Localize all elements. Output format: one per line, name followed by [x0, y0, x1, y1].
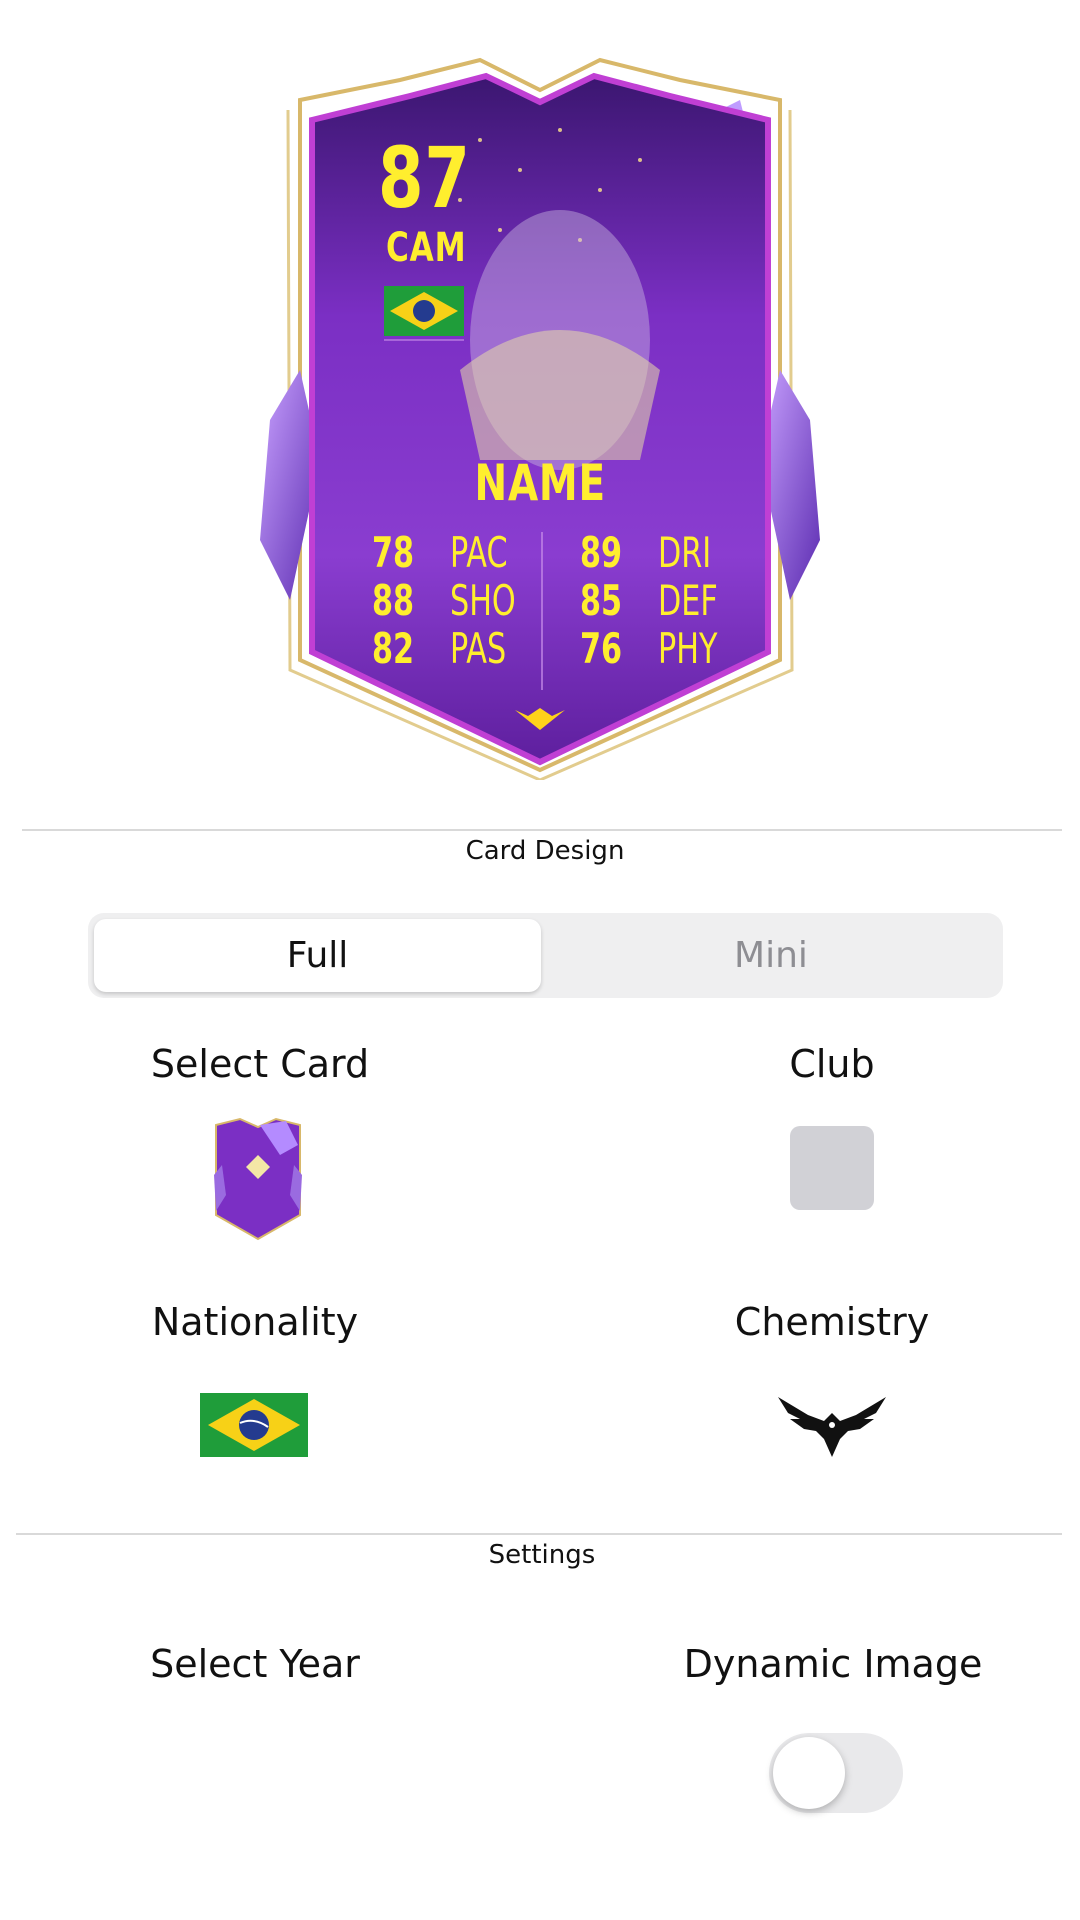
card-stat-label: DEF: [658, 576, 718, 625]
card-stat-label: DRI: [658, 528, 712, 577]
divider: [22, 829, 1062, 831]
club-label: Club: [789, 1042, 875, 1086]
card-stat-label: SHO: [450, 576, 516, 625]
card-stat-value: 82: [372, 624, 415, 673]
card-design-segmented-control: Full Mini: [88, 913, 1003, 998]
card-stat-value: 78: [372, 528, 415, 577]
brazil-flag-icon: [384, 286, 464, 336]
tab-mini[interactable]: Mini: [545, 919, 997, 992]
club-placeholder[interactable]: [790, 1126, 874, 1210]
card-player-name: NAME: [474, 454, 606, 512]
section-title-card-design: Card Design: [465, 836, 625, 866]
toggle-knob: [773, 1737, 845, 1809]
player-card-preview[interactable]: 87 CAM NAME 78 PAC 88 SHO 82 PAS 89 DRI …: [260, 40, 820, 780]
chemistry-label: Chemistry: [734, 1300, 930, 1344]
card-position: CAM: [386, 225, 467, 271]
card-background: [260, 57, 820, 780]
card-stat-label: PAS: [450, 624, 507, 673]
select-year-label[interactable]: Select Year: [100, 1642, 410, 1686]
divider: [16, 1533, 1062, 1535]
select-card-thumbnail[interactable]: [210, 1115, 306, 1241]
card-stat-value: 85: [580, 576, 623, 625]
card-stat-label: PAC: [450, 528, 508, 577]
section-title-settings: Settings: [488, 1540, 596, 1570]
eagle-icon[interactable]: [778, 1393, 886, 1459]
card-rating: 87: [378, 129, 471, 227]
card-stat-value: 88: [372, 576, 415, 625]
tab-full[interactable]: Full: [94, 919, 541, 992]
card-stat-label: PHY: [658, 624, 718, 673]
dynamic-image-toggle[interactable]: [769, 1733, 903, 1813]
brazil-flag-icon[interactable]: [200, 1393, 308, 1457]
card-stat-value: 76: [580, 624, 623, 673]
select-card-label: Select Card: [150, 1042, 370, 1086]
card-stat-value: 89: [580, 528, 623, 577]
dynamic-image-label: Dynamic Image: [683, 1642, 983, 1686]
nationality-label: Nationality: [151, 1300, 359, 1344]
